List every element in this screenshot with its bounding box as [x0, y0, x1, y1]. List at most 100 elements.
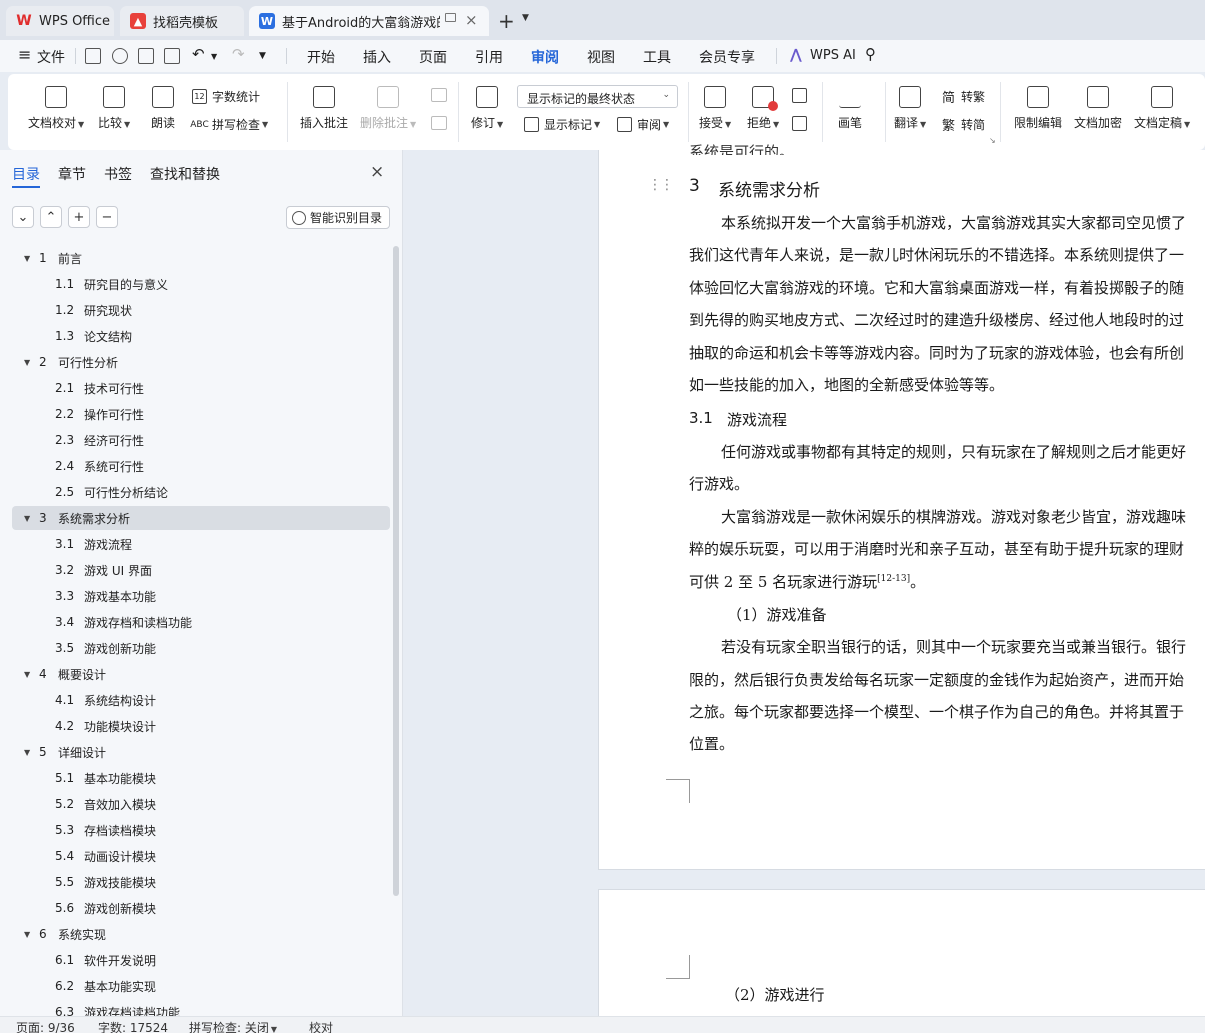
toc-item[interactable]: 1.3 论文结构	[12, 324, 390, 348]
close-tab-icon[interactable]: ×	[465, 11, 478, 29]
toc-item[interactable]: ▼ 5 详细设计	[12, 740, 390, 764]
toc-item[interactable]: 2.5 可行性分析结论	[12, 480, 390, 504]
file-menu[interactable]: 文件	[37, 47, 65, 67]
monitor-icon[interactable]	[445, 13, 456, 22]
toc-item[interactable]: 1.2 研究现状	[12, 298, 390, 322]
toc-item[interactable]: ▼ 3 系统需求分析	[12, 506, 390, 530]
proofread-button[interactable]: 文档校对 ▼	[28, 86, 84, 131]
menu-page[interactable]: 页面	[419, 47, 447, 67]
toc-item[interactable]: 5.1 基本功能模块	[12, 766, 390, 790]
toc-item[interactable]: 4.1 系统结构设计	[12, 688, 390, 712]
collapse-up-icon[interactable]: ⌃	[40, 206, 62, 228]
translate-button[interactable]: 翻译 ▼	[894, 86, 926, 131]
page-indicator[interactable]: 页面: 9/36	[16, 1019, 75, 1033]
reject-button[interactable]: 拒绝 ▼	[747, 86, 779, 131]
track-changes-button[interactable]: 修订 ▼	[471, 86, 503, 131]
add-heading-icon[interactable]: +	[68, 206, 90, 228]
encrypt-document-button[interactable]: 文档加密	[1074, 86, 1122, 131]
tab-wps-office[interactable]: W WPS Office	[6, 6, 114, 36]
markup-state-select[interactable]: 显示标记的最终状态 ⌄	[517, 85, 678, 108]
drag-handle-icon[interactable]: ⋮⋮	[648, 177, 674, 193]
toc-item[interactable]: 5.4 动画设计模块	[12, 844, 390, 868]
search-icon[interactable]: ⚲	[865, 45, 876, 63]
review-pane-button[interactable]: 审阅 ▼	[617, 116, 669, 133]
toc-item[interactable]: 3.4 游戏存档和读档功能	[12, 610, 390, 634]
pen-button[interactable]: 画笔	[838, 86, 862, 131]
close-pane-icon[interactable]: ×	[370, 162, 384, 182]
toc-item[interactable]: 5.2 音效加入模块	[12, 792, 390, 816]
spell-check-button[interactable]: ABC 拼写检查 ▼	[190, 116, 268, 133]
expand-arrow-icon[interactable]: ▼	[24, 670, 30, 679]
print-icon[interactable]	[138, 48, 154, 64]
toc-item[interactable]: 4.2 功能模块设计	[12, 714, 390, 738]
expand-arrow-icon[interactable]: ▼	[24, 254, 30, 263]
menu-start[interactable]: 开始	[307, 47, 335, 67]
more-chevron-icon[interactable]: ▼	[259, 51, 266, 61]
save-icon[interactable]	[85, 48, 101, 64]
restrict-edit-button[interactable]: 限制编辑	[1014, 86, 1062, 131]
toc-item[interactable]: ▼ 4 概要设计	[12, 662, 390, 686]
expand-arrow-icon[interactable]: ▼	[24, 358, 30, 367]
finalize-document-button[interactable]: 文档定稿 ▼	[1134, 86, 1190, 131]
toc-item[interactable]: 3.2 游戏 UI 界面	[12, 558, 390, 582]
collapse-down-icon[interactable]: ⌄	[12, 206, 34, 228]
toc-item[interactable]: 6.2 基本功能实现	[12, 974, 390, 998]
smart-toc-button[interactable]: 智能识别目录	[286, 206, 390, 229]
word-count-status[interactable]: 字数: 17524	[98, 1019, 168, 1033]
insert-comment-button[interactable]: 插入批注	[300, 86, 348, 131]
expand-arrow-icon[interactable]: ▼	[24, 748, 30, 757]
word-count-button[interactable]: 12 字数统计	[192, 88, 260, 105]
toc-item[interactable]: 5.5 游戏技能模块	[12, 870, 390, 894]
toc-item[interactable]: 3.3 游戏基本功能	[12, 584, 390, 608]
toc-item[interactable]: 3.1 游戏流程	[12, 532, 390, 556]
print-preview-icon[interactable]	[164, 48, 180, 64]
menu-insert[interactable]: 插入	[363, 47, 391, 67]
toc-item[interactable]: ▼ 1 前言	[12, 246, 390, 270]
toc-item[interactable]: 2.2 操作可行性	[12, 402, 390, 426]
toc-item[interactable]: 5.3 存档读档模块	[12, 818, 390, 842]
to-traditional-button[interactable]: 简转繁	[941, 88, 985, 106]
toc-item[interactable]: 1.1 研究目的与意义	[12, 272, 390, 296]
toc-item[interactable]: 6.3 游戏存档读档功能	[12, 1000, 390, 1016]
tab-current-document[interactable]: W 基于Android的大富翁游戏的设 ×	[249, 6, 489, 36]
toc-item[interactable]: 2.4 系统可行性	[12, 454, 390, 478]
toc-item[interactable]: ▼ 2 可行性分析	[12, 350, 390, 374]
menu-membership[interactable]: 会员专享	[699, 47, 755, 67]
menu-review[interactable]: 审阅	[531, 47, 559, 67]
toc-item[interactable]: 5.6 游戏创新模块	[12, 896, 390, 920]
wps-ai-button[interactable]: WPS AI	[810, 48, 856, 63]
nav-tab-chapters[interactable]: 章节	[58, 164, 86, 184]
expand-arrow-icon[interactable]: ▼	[24, 930, 30, 939]
toc-scrollbar[interactable]	[393, 246, 399, 896]
to-simplified-button[interactable]: 繁转简	[941, 116, 985, 134]
new-tab-plus-icon[interactable]: +	[498, 9, 515, 33]
tab-docer-templates[interactable]: ▲ 找稻壳模板	[120, 6, 244, 36]
undo-dropdown-icon[interactable]: ▼	[211, 52, 217, 61]
nav-tab-find-replace[interactable]: 查找和替换	[150, 164, 220, 184]
expand-arrow-icon[interactable]: ▼	[24, 514, 30, 523]
proofread-status[interactable]: 校对	[309, 1019, 333, 1033]
toc-item[interactable]: 2.3 经济可行性	[12, 428, 390, 452]
show-markup-button[interactable]: 显示标记 ▼	[524, 116, 600, 133]
share-link-icon[interactable]	[112, 48, 128, 64]
group-expand-icon[interactable]: ↘	[989, 136, 996, 145]
hamburger-icon[interactable]: ≡	[18, 45, 31, 64]
spell-check-status[interactable]: 拼写检查: 关闭 ▼	[189, 1019, 277, 1033]
nav-tab-toc[interactable]: 目录	[12, 164, 40, 184]
toc-item[interactable]: ▼ 6 系统实现	[12, 922, 390, 946]
read-aloud-button[interactable]: 朗读	[151, 86, 175, 131]
menu-tools[interactable]: 工具	[643, 47, 671, 67]
toc-item[interactable]: 3.5 游戏创新功能	[12, 636, 390, 660]
nav-tab-bookmarks[interactable]: 书签	[104, 164, 132, 184]
menu-view[interactable]: 视图	[587, 47, 615, 67]
toc-item[interactable]: 6.1 软件开发说明	[12, 948, 390, 972]
menu-references[interactable]: 引用	[475, 47, 503, 67]
next-change-icon[interactable]	[792, 116, 807, 131]
tab-list-chevron-icon[interactable]: ▼	[522, 13, 529, 23]
toc-item[interactable]: 2.1 技术可行性	[12, 376, 390, 400]
accept-button[interactable]: 接受 ▼	[699, 86, 731, 131]
undo-icon[interactable]: ↶	[192, 45, 205, 63]
compare-button[interactable]: 比较 ▼	[98, 86, 130, 131]
previous-change-icon[interactable]	[792, 88, 807, 103]
remove-heading-icon[interactable]: −	[96, 206, 118, 228]
